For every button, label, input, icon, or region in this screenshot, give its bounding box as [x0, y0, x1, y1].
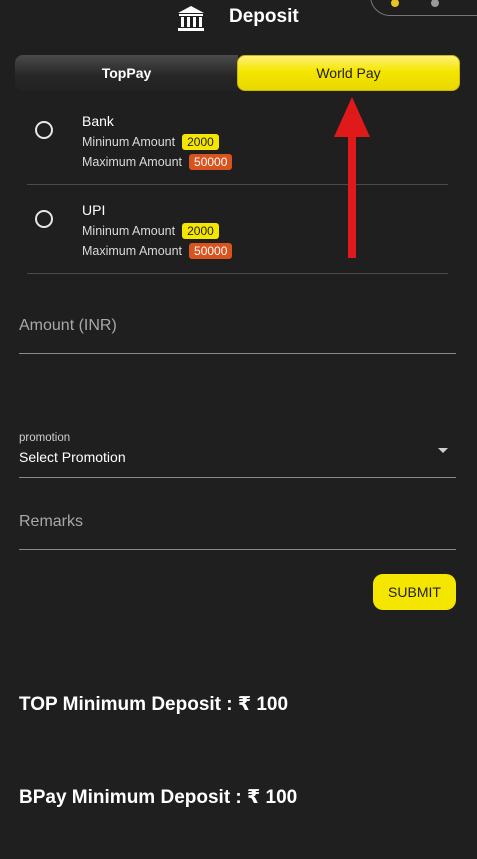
- tab-worldpay[interactable]: World Pay: [237, 55, 460, 91]
- payment-method-bank[interactable]: Bank Mininum Amount 2000 Maximum Amount …: [27, 96, 448, 185]
- max-amount-label: Maximum Amount: [82, 155, 183, 169]
- submit-button[interactable]: SUBMIT: [373, 574, 456, 610]
- min-amount-row: Mininum Amount 2000: [82, 134, 219, 150]
- bpay-minimum-deposit: BPay Minimum Deposit : ₹ 100: [19, 787, 298, 808]
- amount-field[interactable]: Amount (INR): [19, 305, 456, 354]
- min-amount-row: Mininum Amount 2000: [82, 223, 219, 239]
- max-amount-badge: 50000: [189, 243, 233, 259]
- method-name: UPI: [82, 202, 106, 218]
- min-amount-badge: 2000: [182, 223, 219, 239]
- max-amount-badge: 50000: [189, 154, 233, 170]
- payment-method-upi[interactable]: UPI Mininum Amount 2000 Maximum Amount 5…: [27, 185, 448, 274]
- promotion-value: Select Promotion: [19, 449, 126, 465]
- remarks-placeholder: Remarks: [19, 513, 84, 530]
- bank-icon: [176, 4, 206, 34]
- method-name: Bank: [82, 113, 114, 129]
- coin-icon: [391, 0, 399, 7]
- page-title: Deposit: [229, 6, 299, 27]
- radio-bank[interactable]: [35, 121, 53, 139]
- max-amount-row: Maximum Amount 50000: [82, 243, 233, 259]
- chevron-down-icon: [438, 448, 448, 453]
- payment-provider-tabs: TopPay World Pay: [15, 55, 460, 91]
- radio-upi[interactable]: [35, 210, 53, 228]
- header: Deposit: [0, 0, 477, 40]
- amount-placeholder: Amount (INR): [19, 317, 117, 334]
- promotion-select[interactable]: promotion Select Promotion: [19, 428, 456, 478]
- account-pill[interactable]: [370, 0, 477, 16]
- min-amount-label: Mininum Amount: [82, 135, 176, 149]
- max-amount-label: Maximum Amount: [82, 244, 183, 258]
- max-amount-row: Maximum Amount 50000: [82, 154, 233, 170]
- promotion-label: promotion: [19, 432, 71, 444]
- annotation-arrow-icon: [334, 97, 370, 258]
- top-minimum-deposit: TOP Minimum Deposit : ₹ 100: [19, 694, 289, 715]
- min-amount-label: Mininum Amount: [82, 224, 176, 238]
- min-amount-badge: 2000: [182, 134, 219, 150]
- remarks-field[interactable]: Remarks: [19, 500, 456, 550]
- status-icon: [431, 0, 439, 7]
- tab-toppay[interactable]: TopPay: [15, 55, 238, 91]
